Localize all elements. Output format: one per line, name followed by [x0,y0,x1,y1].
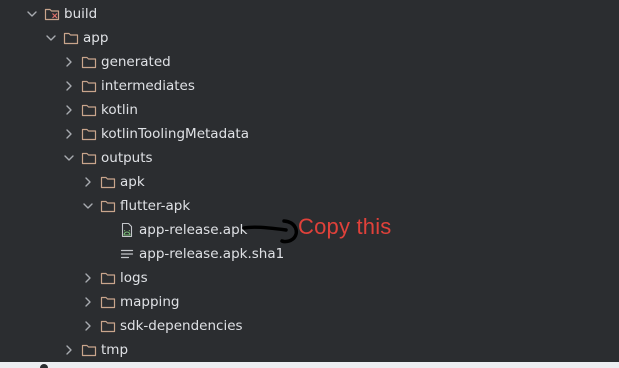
tree-item-sdk-dependencies[interactable]: sdk-dependencies [80,314,243,338]
folder-icon [81,102,97,118]
tree-item-kotlin-tooling-metadata[interactable]: kotlinToolingMetadata [61,122,249,146]
chevron-down-icon[interactable] [43,30,59,46]
annotation-text: Copy this [298,214,392,239]
folder-icon [81,54,97,70]
tree-item-label: build [64,6,98,22]
chevron-right-icon[interactable] [61,342,77,358]
chevron-right-icon[interactable] [80,294,96,310]
folder-icon [63,30,79,46]
chevron-right-icon[interactable] [80,318,96,334]
chevron-right-icon[interactable] [80,174,96,190]
tree-item-label: outputs [101,150,153,166]
chevron-down-icon[interactable] [80,198,96,214]
tree-item-flutter-apk[interactable]: flutter-apk [80,194,190,218]
tree-item-label: intermediates [101,78,195,94]
chevron-right-icon[interactable] [61,78,77,94]
tree-item-label: generated [101,54,171,70]
bottom-divider [0,362,619,368]
folder-icon [81,150,97,166]
tree-item-app-release-apk[interactable]: app-release.apk [119,218,247,242]
chevron-right-icon[interactable] [61,102,77,118]
folder-icon [100,198,116,214]
tree-item-logs[interactable]: logs [80,266,148,290]
chevron-down-icon[interactable] [61,150,77,166]
tree-item-label: app-release.apk.sha1 [139,246,285,262]
tree-item-label: app-release.apk [139,222,248,238]
tree-item-outputs[interactable]: outputs [61,146,153,170]
tree-item-label: kotlin [101,102,138,118]
tree-item-label: logs [120,270,148,286]
tree-item-apk[interactable]: apk [80,170,145,194]
tree-item-label: tmp [101,342,129,358]
folder-icon [81,126,97,142]
tree-item-label: sdk-dependencies [120,318,243,334]
chevron-right-icon[interactable] [80,270,96,286]
tree-item-label: flutter-apk [120,198,191,214]
android-apk-file-icon [119,222,135,238]
folder-icon [100,318,116,334]
chevron-right-icon[interactable] [61,54,77,70]
tree-item-generated[interactable]: generated [61,50,171,74]
folder-icon [100,270,116,286]
tree-item-build[interactable]: build [24,2,97,26]
text-file-icon [119,246,135,262]
bottom-dot [40,364,48,368]
folder-icon [81,342,97,358]
chevron-down-icon[interactable] [24,6,40,22]
tree-item-kotlin[interactable]: kotlin [61,98,138,122]
folder-icon [100,174,116,190]
project-tree: build app generated intermediates kotlin… [0,0,619,362]
folder-excluded-icon [44,6,60,22]
tree-item-label: apk [120,174,145,190]
folder-icon [81,78,97,94]
chevron-right-icon[interactable] [61,126,77,142]
tree-item-tmp[interactable]: tmp [61,338,128,362]
tree-item-label: kotlinToolingMetadata [101,126,249,142]
tree-item-mapping[interactable]: mapping [80,290,179,314]
tree-item-intermediates[interactable]: intermediates [61,74,195,98]
tree-item-app[interactable]: app [43,26,108,50]
annotation-arrow [242,219,298,244]
tree-item-label: app [83,30,109,46]
tree-item-label: mapping [120,294,180,310]
folder-icon [100,294,116,310]
